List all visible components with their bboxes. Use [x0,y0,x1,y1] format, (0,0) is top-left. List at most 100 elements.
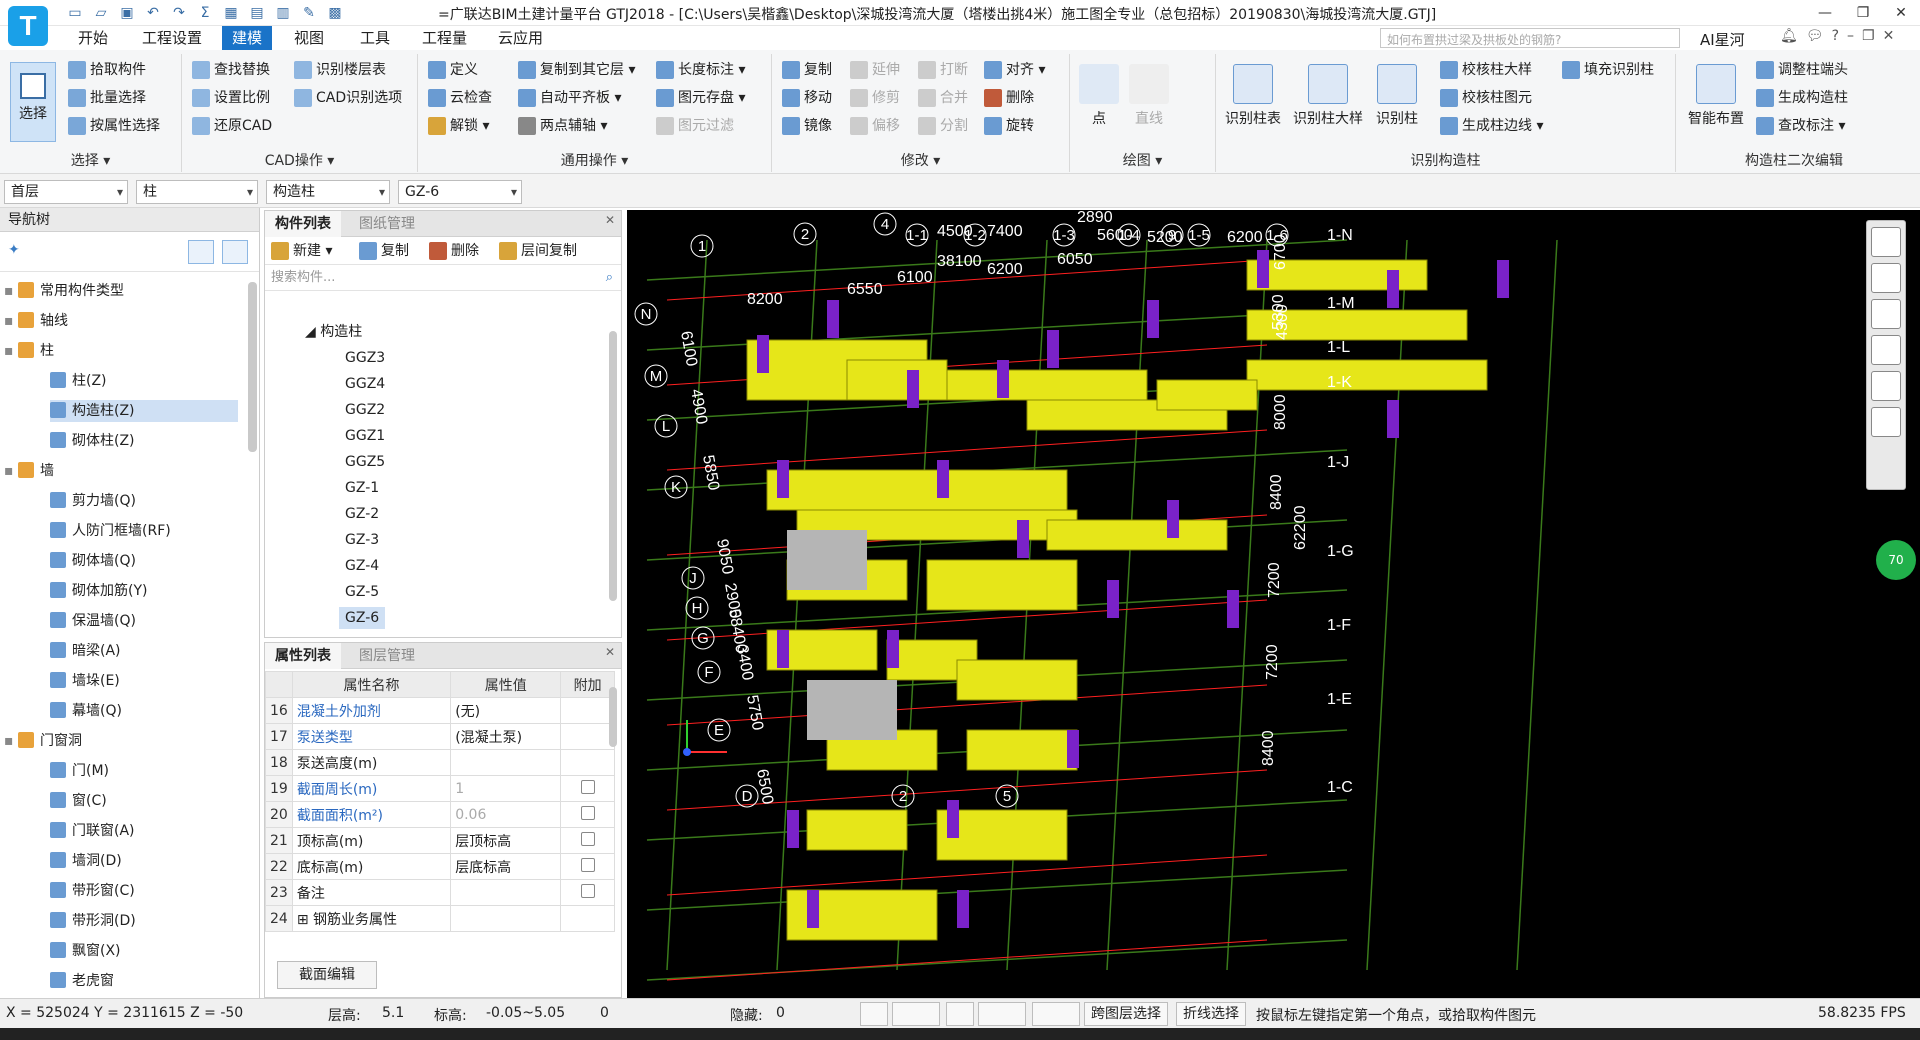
top-view-icon[interactable] [1871,299,1901,329]
property-row[interactable]: 24 ⊞ 钢筋业务属性 [265,905,615,932]
component-item[interactable]: GZ-2 [339,503,385,525]
app-logo[interactable]: T [8,6,48,46]
menu-tab-modeling[interactable]: 建模 [222,26,273,50]
restore-icon[interactable]: ❐ [1844,0,1882,26]
additional-checkbox[interactable] [580,883,595,898]
minimize-ribbon-icon[interactable]: – [1847,28,1854,44]
close-icon[interactable]: ✕ [1882,0,1920,26]
nav-item[interactable]: ▪ 墙 [4,460,244,482]
property-value[interactable] [450,905,562,932]
additional-checkbox[interactable] [580,831,595,846]
chat-icon[interactable]: 💬︎ [1806,28,1824,44]
close-property-panel-icon[interactable]: ✕ [605,645,615,659]
nav-item[interactable]: 柱(Z) [50,370,238,392]
group-label-modify[interactable]: 修改 ▾ [772,150,1069,170]
check-column-detail-button[interactable]: 校核柱大样 [1438,58,1532,82]
property-row[interactable]: 17 泵送类型 (混凝土泵) [265,723,615,750]
menu-tab-view[interactable]: 视图 [284,26,334,50]
property-row[interactable]: 18 泵送高度(m) [265,749,615,776]
property-scrollbar[interactable] [609,687,617,747]
open-file-icon[interactable]: ▱ [90,2,112,24]
2d-view-icon[interactable] [1871,263,1901,293]
pen-icon[interactable]: ✎ [298,2,320,24]
grid-view-icon[interactable] [222,240,248,264]
two-point-axis-button[interactable]: 两点辅轴 ▾ [516,114,607,138]
nav-item[interactable]: 暗梁(A) [50,640,238,662]
polyline-select-button[interactable]: 折线选择 [1176,1002,1246,1026]
pick-component-button[interactable]: 拾取构件 [66,58,146,82]
additional-checkbox[interactable] [580,857,595,872]
cross-floor-copy-button[interactable]: 层间复制 [497,239,577,263]
nav-item[interactable]: 人防门框墙(RF) [50,520,238,542]
component-item[interactable]: GGZ5 [339,451,391,473]
pin-icon[interactable]: ✦ [8,242,20,258]
undo-icon[interactable]: ↶ [142,2,164,24]
tab-property-list[interactable]: 属性列表 [265,643,341,669]
nav-item[interactable]: ▪ 常用构件类型 [4,280,244,302]
length-dimension-button[interactable]: 长度标注 ▾ [654,58,745,82]
component-item[interactable]: GGZ3 [339,347,391,369]
property-row[interactable]: 21 顶标高(m) 层顶标高 [265,827,615,854]
rotate-button[interactable]: 旋转 [982,114,1034,138]
copy-to-other-floor-button[interactable]: 复制到其它层 ▾ [516,58,635,82]
nav-item[interactable]: 门联窗(A) [50,820,238,842]
nav-item[interactable]: ▪ 柱 [4,340,244,362]
identify-column-button[interactable]: 识别柱 [1372,64,1422,128]
bell-icon[interactable]: 🔔︎ [1780,28,1798,44]
unlock-button[interactable]: 解锁 ▾ [426,114,489,138]
type-select[interactable]: 构造柱 [266,180,390,204]
grid-icon[interactable]: ▩ [324,2,346,24]
trim-button[interactable]: 修剪 [848,86,900,110]
snap-mode-icon[interactable] [892,1002,940,1026]
find-replace-button[interactable]: 查找替换 [190,58,270,82]
cloud-check-button[interactable]: 云检查 [426,86,492,110]
cross-snap-icon[interactable] [946,1002,974,1026]
property-value[interactable]: (混凝土泵) [450,723,562,750]
fill-identify-column-button[interactable]: 填充识别柱 [1560,58,1654,82]
tab-drawing-management[interactable]: 图纸管理 [349,211,425,237]
component-item[interactable]: GGZ4 [339,373,391,395]
property-value[interactable]: 1 [450,775,562,802]
mirror-button[interactable]: 镜像 [780,114,832,138]
generate-constructional-column-button[interactable]: 生成构造柱 [1754,86,1848,110]
split-button[interactable]: 分割 [916,114,968,138]
save-icon[interactable]: ▣ [116,2,138,24]
nav-item[interactable]: 带形洞(D) [50,910,238,932]
property-value[interactable]: 0.06 [450,801,562,828]
property-value[interactable]: (无) [450,697,562,724]
align-button[interactable]: 对齐 ▾ [982,58,1045,82]
table-icon[interactable]: ▥ [272,2,294,24]
nav-item[interactable]: 砌体加筋(Y) [50,580,238,602]
group-label-draw[interactable]: 绘图 ▾ [1070,150,1215,170]
nav-item[interactable]: 飘窗(X) [50,940,238,962]
property-value[interactable]: 层底标高 [450,853,562,880]
orbit-icon[interactable] [1871,227,1901,257]
new-file-icon[interactable]: ▭ [64,2,86,24]
extend-button[interactable]: 延伸 [848,58,900,82]
component-scrollbar[interactable] [609,331,617,601]
component-select[interactable]: GZ-6 [398,180,522,204]
merge-button[interactable]: 合并 [916,86,968,110]
component-item[interactable]: GGZ2 [339,399,391,421]
point-button[interactable]: 点 [1076,64,1122,128]
tab-component-list[interactable]: 构件列表 [265,211,341,237]
floor-select[interactable]: 首层 [4,180,128,204]
select-by-property-button[interactable]: 按属性选择 [66,114,160,138]
nav-item[interactable]: 幕墙(Q) [50,700,238,722]
break-button[interactable]: 打断 [916,58,968,82]
element-filter-button[interactable]: 图元过滤 [654,114,734,138]
nav-item[interactable]: 砌体柱(Z) [50,430,238,452]
close-doc-icon[interactable]: ✕ [1883,28,1895,44]
component-item[interactable]: GZ-4 [339,555,385,577]
group-label-select[interactable]: 选择 ▾ [0,150,181,170]
nav-item[interactable]: ▪ 门窗洞 [4,730,244,752]
expand-icon[interactable]: ▪ [4,733,18,749]
nav-scrollbar[interactable] [248,282,257,452]
set-scale-button[interactable]: 设置比例 [190,86,270,110]
identify-column-detail-button[interactable]: 识别柱大样 [1290,64,1366,128]
copy-button[interactable]: 复制 [780,58,832,82]
auto-flush-slab-button[interactable]: 自动平齐板 ▾ [516,86,621,110]
ai-assistant-button[interactable]: AI星河 [1700,29,1745,50]
copy-component-button[interactable]: 复制 [357,239,409,263]
nav-item[interactable]: 老虎窗 [50,970,238,992]
